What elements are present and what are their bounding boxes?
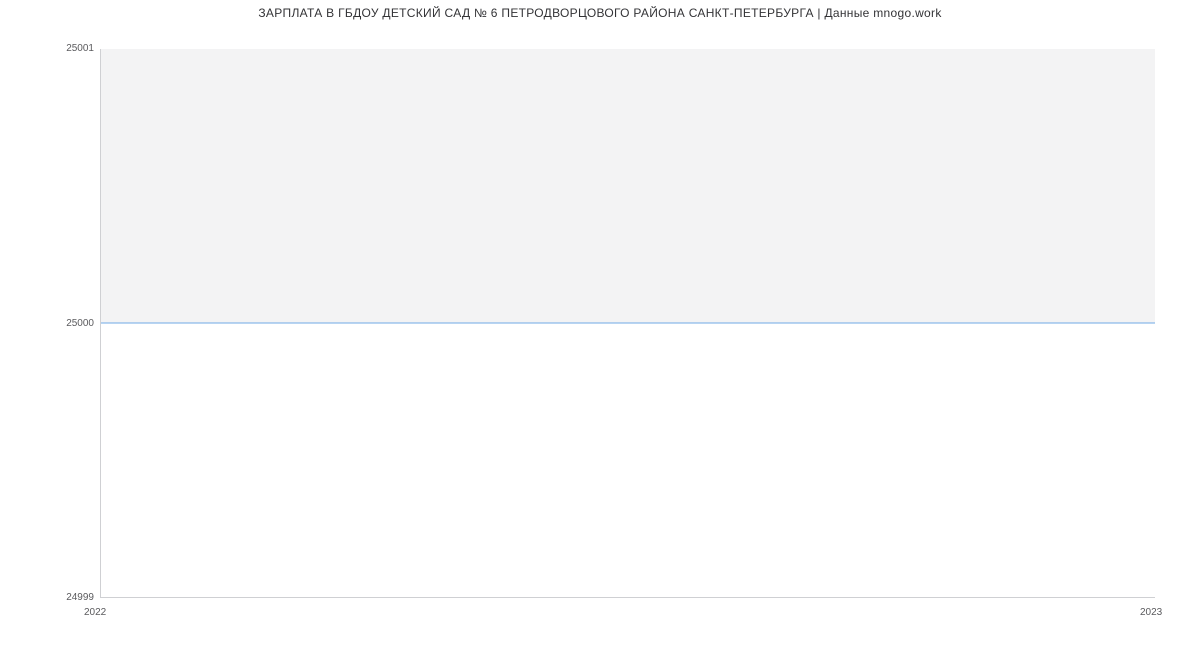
area-fill [101,49,1155,323]
y-tick-label: 25001 [4,44,94,54]
x-tick-label: 2023 [1140,608,1162,618]
chart-title: ЗАРПЛАТА В ГБДОУ ДЕТСКИЙ САД № 6 ПЕТРОДВ… [0,6,1200,20]
plot-area [100,49,1155,598]
x-tick-label: 2022 [84,608,106,618]
line-series [101,323,1155,324]
y-tick-label: 24999 [4,593,94,603]
y-tick-label: 25000 [4,319,94,329]
